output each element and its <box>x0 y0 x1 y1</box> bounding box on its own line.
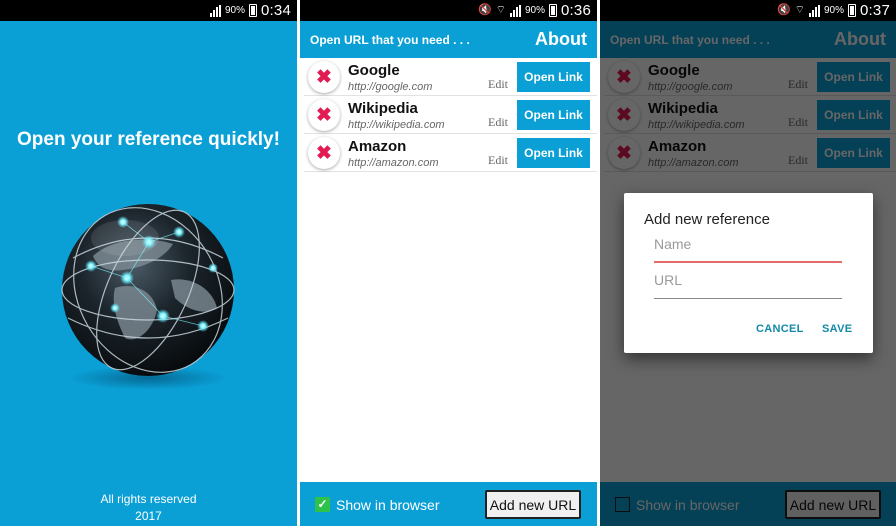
edit-button[interactable]: Edit <box>488 153 508 168</box>
edit-button[interactable]: Edit <box>488 115 508 130</box>
status-bar: 🔇 ⌔ 90% 0:36 <box>300 0 597 21</box>
delete-icon[interactable]: ✖ <box>308 99 340 131</box>
bottom-bar: ✓ Show in browser Add new URL <box>300 482 597 526</box>
globe-logo <box>53 198 243 398</box>
main-screen: 🔇 ⌔ 90% 0:36 Open URL that you need . . … <box>300 0 597 526</box>
item-name: Amazon <box>348 138 407 155</box>
mute-icon: 🔇 <box>776 4 791 16</box>
list-item: ✖ Google http://google.com Edit Open Lin… <box>304 58 597 96</box>
app-bar: Open URL that you need . . . About <box>300 21 597 58</box>
open-link-button[interactable]: Open Link <box>517 100 590 130</box>
mute-icon: 🔇 <box>477 4 492 16</box>
status-bar: 90% 0:34 <box>0 0 297 21</box>
list-item: ✖ Amazon http://amazon.com Edit Open Lin… <box>304 134 597 172</box>
item-name: Google <box>348 62 400 79</box>
clock: 0:37 <box>860 2 890 19</box>
signal-icon <box>808 4 820 17</box>
clock: 0:34 <box>261 2 291 19</box>
show-in-browser-checkbox[interactable]: ✓ <box>315 497 330 512</box>
open-link-button[interactable]: Open Link <box>517 62 590 92</box>
wifi-icon: ⌔ <box>794 4 805 16</box>
item-url: http://google.com <box>348 81 433 93</box>
delete-icon[interactable]: ✖ <box>308 137 340 169</box>
add-reference-dialog: Add new reference Name URL CANCEL SAVE <box>624 193 873 353</box>
splash-title: Open your reference quickly! <box>17 129 280 150</box>
battery-icon <box>848 4 856 17</box>
item-url: http://amazon.com <box>348 157 439 169</box>
name-placeholder: Name <box>654 236 692 252</box>
battery-icon <box>249 4 257 17</box>
battery-icon <box>549 4 557 17</box>
wifi-icon: ⌔ <box>495 4 506 16</box>
battery-percent: 90% <box>823 4 844 16</box>
dialog-title: Add new reference <box>644 211 770 228</box>
copyright-year: 2017 <box>135 509 162 523</box>
open-link-button[interactable]: Open Link <box>517 138 590 168</box>
cancel-button[interactable]: CANCEL <box>756 323 804 335</box>
clock: 0:36 <box>561 2 591 19</box>
reference-list: ✖ Google http://google.com Edit Open Lin… <box>300 58 597 172</box>
add-dialog-screen: Open URL that you need . . . About ✖ Goo… <box>600 0 896 526</box>
url-placeholder: URL <box>654 272 683 288</box>
edit-button[interactable]: Edit <box>488 77 508 92</box>
item-url: http://wikipedia.com <box>348 119 445 131</box>
delete-icon[interactable]: ✖ <box>308 61 340 93</box>
battery-percent: 90% <box>524 4 545 16</box>
app-subtitle: Open URL that you need . . . <box>310 33 470 47</box>
url-field[interactable]: URL <box>654 272 842 299</box>
signal-icon <box>209 4 221 17</box>
name-field-underline <box>654 261 842 263</box>
battery-percent: 90% <box>224 4 245 16</box>
name-field[interactable]: Name <box>654 236 842 263</box>
add-new-url-button[interactable]: Add new URL <box>485 490 581 519</box>
url-field-underline <box>654 298 842 299</box>
show-in-browser-label: Show in browser <box>336 497 440 513</box>
copyright-text: All rights reserved <box>100 492 197 506</box>
about-button[interactable]: About <box>535 29 587 50</box>
signal-icon <box>509 4 521 17</box>
item-name: Wikipedia <box>348 100 418 117</box>
splash-screen: 90% 0:34 Open your reference quickly! Al… <box>0 0 297 526</box>
status-bar: 🔇 ⌔ 90% 0:37 <box>600 0 896 21</box>
save-button[interactable]: SAVE <box>822 323 852 335</box>
list-item: ✖ Wikipedia http://wikipedia.com Edit Op… <box>304 96 597 134</box>
screenshot-strip: 90% 0:34 Open your reference quickly! Al… <box>0 0 896 526</box>
